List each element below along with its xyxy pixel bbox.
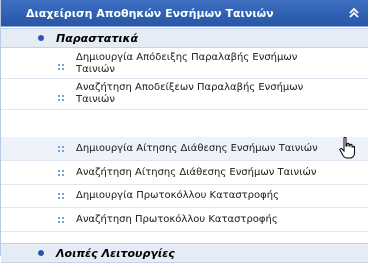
- grid-dots-icon: [58, 217, 64, 223]
- menu-item-search-protocol[interactable]: Αναζήτηση Πρωτοκόλλου Καταστροφής: [1, 208, 368, 232]
- menu-item-label: Αναζήτηση Πρωτοκόλλου Καταστροφής: [76, 214, 278, 225]
- menu-item-label: Δημιουργία Απόδειξης Παραλαβής Ενσήμων Τ…: [76, 52, 298, 75]
- grid-dots-icon: [58, 146, 64, 152]
- bullet-icon: [38, 250, 44, 256]
- menu-item-label: Αναζήτηση Αίτησης Διάθεσης Ενσήμων Ταινι…: [76, 167, 317, 178]
- menu-item-create-protocol[interactable]: Δημιουργία Πρωτοκόλλου Καταστροφής: [1, 185, 368, 208]
- menu-item-search-request[interactable]: Αναζήτηση Αίτησης Διάθεσης Ενσήμων Ταινι…: [1, 161, 368, 185]
- grid-dots-icon: [58, 193, 64, 199]
- tasks-panel: Διαχείριση Αποθηκών Ενσήμων Ταινιών Παρα…: [0, 0, 368, 263]
- grid-dots-icon: [58, 95, 64, 101]
- panel-title: Διαχείριση Αποθηκών Ενσήμων Ταινιών: [26, 7, 274, 20]
- menu-item-label: Δημιουργία Αίτησης Διάθεσης Ενσήμων Ταιν…: [76, 143, 318, 154]
- bullet-icon: [38, 35, 44, 41]
- section-label: Παραστατικά: [56, 32, 139, 45]
- section-label: Λοιπές Λειτουργίες: [56, 247, 175, 260]
- section-documents[interactable]: Παραστατικά: [1, 28, 368, 48]
- double-chevron-up-icon[interactable]: [346, 5, 362, 21]
- panel-header[interactable]: Διαχείριση Αποθηκών Ενσήμων Ταινιών: [1, 0, 368, 27]
- grid-dots-icon: [58, 64, 64, 70]
- section-other-functions[interactable]: Λοιπές Λειτουργίες: [1, 243, 368, 263]
- menu-item-create-receipt[interactable]: Δημιουργία Απόδειξης Παραλαβής Ενσήμων Τ…: [1, 48, 368, 79]
- grid-dots-icon: [58, 170, 64, 176]
- menu-item-label: Δημιουργία Πρωτοκόλλου Καταστροφής: [76, 190, 279, 201]
- menu-item-search-receipts[interactable]: Αναζήτηση Αποδείξεων Παραλαβής Ενσήμων Τ…: [1, 79, 368, 110]
- hand-pointer-icon: [339, 137, 355, 159]
- menu-item-label: Αναζήτηση Αποδείξεων Παραλαβής Ενσήμων Τ…: [76, 82, 304, 105]
- menu-item-create-request[interactable]: Δημιουργία Αίτησης Διάθεσης Ενσήμων Ταιν…: [1, 137, 368, 161]
